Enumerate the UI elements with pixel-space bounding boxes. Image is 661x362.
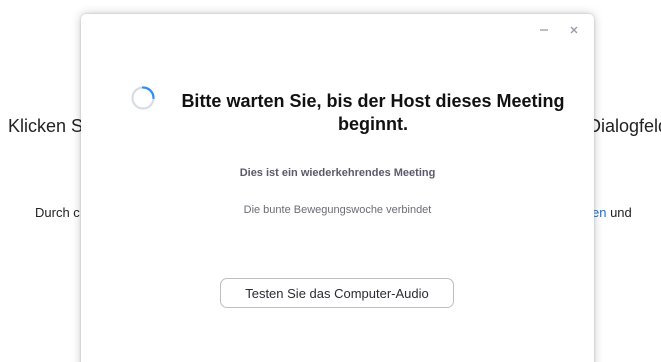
window-controls	[538, 24, 580, 36]
minimize-icon	[540, 29, 548, 31]
test-computer-audio-button[interactable]: Testen Sie das Computer-Audio	[220, 278, 454, 308]
recurring-meeting-note: Dies ist ein wiederkehrendes Meeting	[239, 167, 436, 179]
loading-spinner-icon	[130, 85, 156, 111]
close-button[interactable]	[568, 24, 580, 36]
waiting-heading: Bitte warten Sie, bis der Host dieses Me…	[173, 90, 573, 136]
waiting-heading-line-2: beginnt.	[338, 114, 408, 134]
background-text-line-1-end: Dialogfeld	[588, 116, 661, 136]
background-text-suffix: und	[606, 205, 632, 220]
minimize-button[interactable]	[538, 24, 550, 36]
waiting-heading-line-1: Bitte warten Sie, bis der Host dieses Me…	[181, 91, 565, 111]
background-text-line-2: Durch c	[35, 205, 80, 220]
background-text-line-2-end: en und	[592, 205, 632, 220]
background-text-line-1: Klicken S	[8, 116, 84, 136]
meeting-topic: Die bunte Bewegungswoche verbindet	[243, 204, 432, 216]
background-link[interactable]: en	[592, 205, 606, 220]
close-icon	[570, 26, 578, 34]
waiting-for-host-dialog: Bitte warten Sie, bis der Host dieses Me…	[81, 14, 594, 362]
page: Klicken S Dialogfeld Durch c en und Bitt…	[0, 0, 661, 362]
